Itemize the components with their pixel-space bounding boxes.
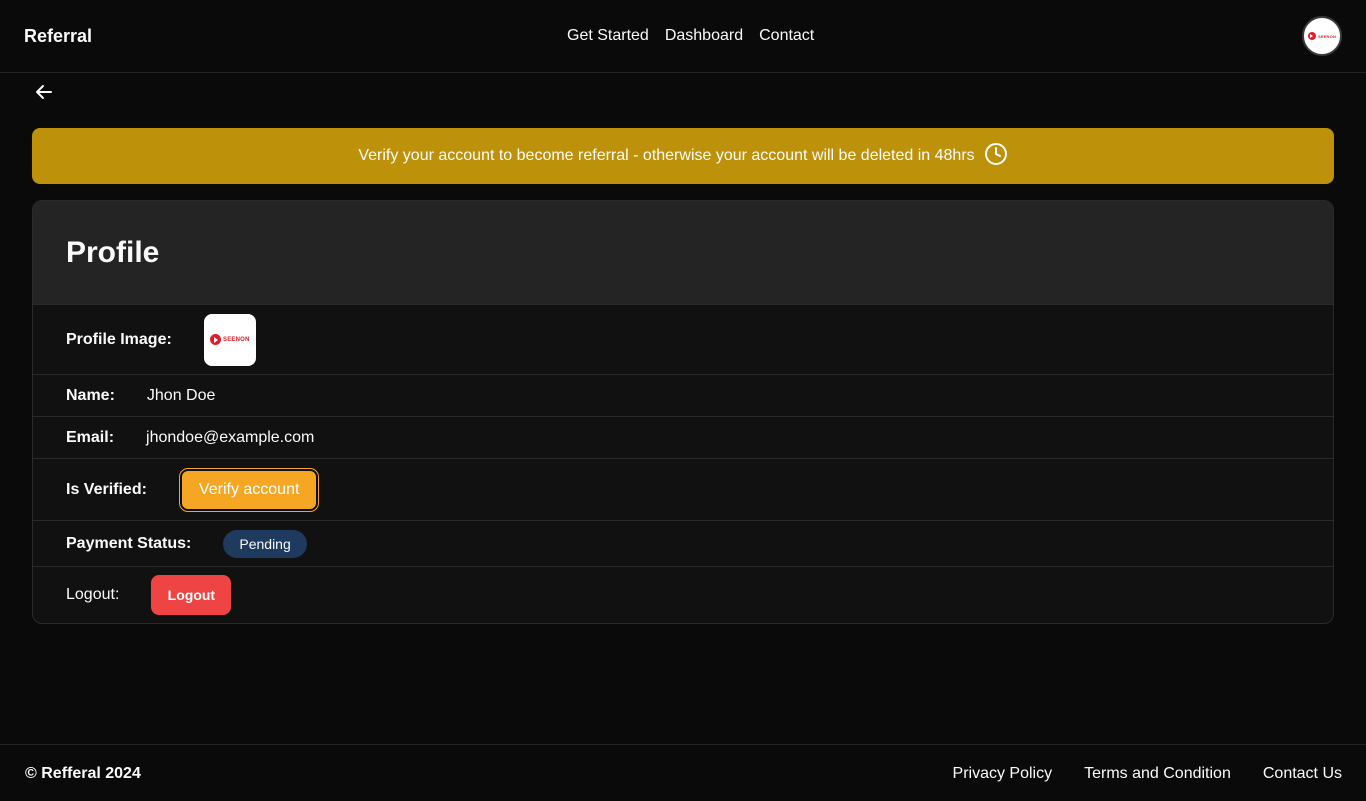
name-value: Jhon Doe: [146, 386, 216, 404]
page: Referral Get Started Dashboard Contact S…: [0, 0, 1366, 801]
profile-card: Profile Profile Image: SEENON Name: Jhon…: [32, 200, 1334, 624]
nav-get-started[interactable]: Get Started: [567, 26, 649, 46]
copyright-text: © Refferal 2024: [25, 765, 141, 782]
verify-account-button[interactable]: Verify account: [178, 467, 320, 512]
footer: © Refferal 2024 Privacy Policy Terms and…: [0, 744, 1366, 801]
privacy-policy-link[interactable]: Privacy Policy: [953, 765, 1053, 783]
payment-status-label: Payment Status:: [66, 534, 192, 552]
email-label: Email:: [66, 428, 115, 446]
back-arrow-icon[interactable]: [32, 80, 56, 104]
name-label: Name:: [66, 386, 115, 404]
page-title: Profile: [66, 235, 160, 269]
top-navbar: Referral Get Started Dashboard Contact S…: [0, 0, 1366, 73]
email-value: jhondoe@example.com: [146, 428, 315, 446]
logout-label: Logout:: [66, 586, 120, 603]
banner-text: Verify your account to become referral -…: [358, 147, 975, 164]
email-row: Email: jhondoe@example.com: [33, 416, 1333, 458]
main-nav: Get Started Dashboard Contact: [567, 26, 814, 46]
logout-row: Logout: Logout: [33, 566, 1333, 623]
nav-contact[interactable]: Contact: [759, 26, 814, 46]
terms-link[interactable]: Terms and Condition: [1084, 765, 1231, 783]
verified-label: Is Verified:: [66, 480, 147, 498]
payment-status-row: Payment Status: Pending: [33, 520, 1333, 566]
profile-image-label: Profile Image:: [66, 330, 172, 348]
profile-image: SEENON: [203, 313, 256, 366]
verification-warning-banner: Verify your account to become referral -…: [32, 128, 1334, 184]
name-row: Name: Jhon Doe: [33, 374, 1333, 416]
nav-dashboard[interactable]: Dashboard: [665, 26, 743, 46]
seenon-logo-icon: SEENON: [210, 334, 250, 345]
footer-links: Privacy Policy Terms and Condition Conta…: [953, 765, 1342, 783]
brand-logo-text[interactable]: Referral: [24, 24, 92, 48]
seenon-logo-icon: SEENON: [1307, 32, 1336, 40]
user-avatar[interactable]: SEENON: [1302, 16, 1342, 56]
clock-icon: [984, 142, 1008, 171]
verified-row: Is Verified: Verify account: [33, 458, 1333, 520]
contact-us-link[interactable]: Contact Us: [1263, 765, 1342, 783]
status-badge: Pending: [223, 529, 307, 558]
profile-image-row: Profile Image: SEENON: [33, 304, 1333, 374]
logout-button[interactable]: Logout: [151, 575, 232, 615]
profile-card-header: Profile: [33, 201, 1333, 304]
